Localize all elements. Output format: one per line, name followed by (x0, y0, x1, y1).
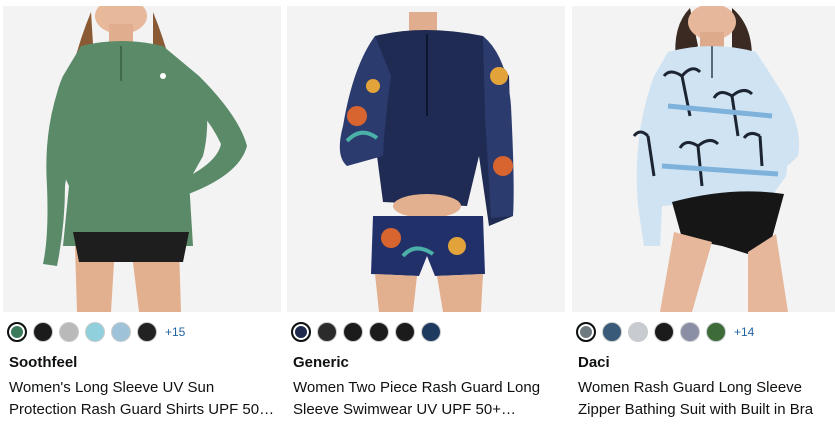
product-photo-navy-floral-set (287, 6, 565, 312)
product-brand: Generic (293, 354, 349, 371)
color-swatch[interactable] (654, 322, 674, 342)
product-title[interactable]: Women Two Piece Rash Guard Long Sleeve S… (293, 377, 561, 421)
product-image[interactable] (572, 6, 835, 312)
color-swatch[interactable] (111, 322, 131, 342)
product-card[interactable]: +15 Soothfeel Women's Long Sleeve UV Sun… (3, 0, 283, 425)
color-swatch[interactable] (602, 322, 622, 342)
color-swatch[interactable] (395, 322, 415, 342)
more-colors-link[interactable]: +14 (734, 325, 754, 339)
color-swatch[interactable] (7, 322, 27, 342)
color-swatch[interactable] (291, 322, 311, 342)
color-swatches: +15 (7, 320, 185, 344)
more-colors-link[interactable]: +15 (165, 325, 185, 339)
color-swatch[interactable] (343, 322, 363, 342)
color-swatch[interactable] (85, 322, 105, 342)
product-brand: Soothfeel (9, 354, 78, 371)
product-photo-palm-rashguard (572, 6, 835, 312)
color-swatch[interactable] (137, 322, 157, 342)
color-swatch[interactable] (680, 322, 700, 342)
color-swatch[interactable] (576, 322, 596, 342)
product-grid: +15 Soothfeel Women's Long Sleeve UV Sun… (0, 0, 835, 425)
color-swatches: +14 (576, 320, 754, 344)
color-swatches (291, 320, 441, 344)
color-swatch[interactable] (706, 322, 726, 342)
product-card[interactable]: +14 Daci Women Rash Guard Long Sleeve Zi… (572, 0, 835, 425)
color-swatch[interactable] (421, 322, 441, 342)
product-photo-green-rashguard (3, 6, 281, 312)
product-image[interactable] (287, 6, 565, 312)
product-brand: Daci (578, 354, 610, 371)
color-swatch[interactable] (33, 322, 53, 342)
color-swatch[interactable] (59, 322, 79, 342)
product-title[interactable]: Women Rash Guard Long Sleeve Zipper Bath… (578, 377, 835, 421)
product-image[interactable] (3, 6, 281, 312)
color-swatch[interactable] (369, 322, 389, 342)
product-card[interactable]: Generic Women Two Piece Rash Guard Long … (287, 0, 567, 425)
color-swatch[interactable] (628, 322, 648, 342)
product-title[interactable]: Women's Long Sleeve UV Sun Protection Ra… (9, 377, 277, 421)
color-swatch[interactable] (317, 322, 337, 342)
